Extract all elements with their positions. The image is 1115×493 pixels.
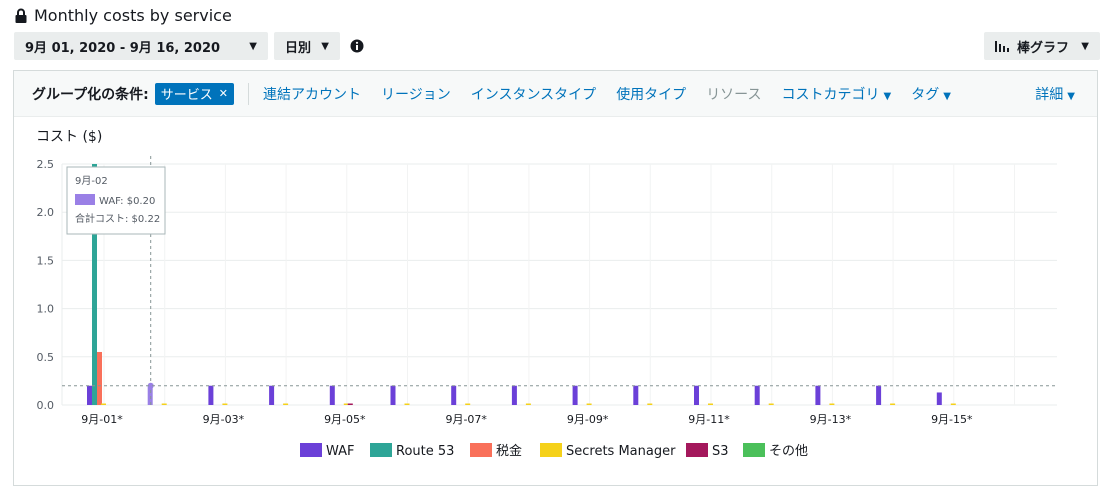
- chevron-down-icon: ▼: [249, 40, 257, 52]
- group-by-resource: リソース: [706, 86, 762, 103]
- chart-panel: グループ化の条件: サービス ✕ 連結アカウント リージョン インスタンスタイプ…: [13, 70, 1098, 486]
- more-dropdown[interactable]: 詳細 ▼: [1035, 71, 1075, 116]
- chart-type-value: 棒グラフ: [1017, 40, 1070, 56]
- toolbar: 9月 01, 2020 - 9月 16, 2020 ▼ 日別 ▼: [14, 32, 364, 60]
- granularity-value: 日別: [285, 40, 312, 56]
- more-text: 詳細: [1035, 86, 1064, 103]
- bar-chart-icon: [995, 41, 1009, 52]
- group-by-label: グループ化の条件:: [32, 86, 149, 103]
- more-label[interactable]: 詳細 ▼: [1035, 84, 1075, 104]
- group-by-region[interactable]: リージョン: [381, 84, 451, 104]
- caret-down-icon: ▼: [1067, 90, 1075, 102]
- date-range-dropdown[interactable]: 9月 01, 2020 - 9月 16, 2020 ▼: [14, 32, 268, 60]
- date-range-value: 9月 01, 2020 - 9月 16, 2020: [25, 40, 221, 56]
- granularity-dropdown[interactable]: 日別 ▼: [274, 32, 340, 60]
- group-by-cost-category[interactable]: コストカテゴリ ▼: [782, 84, 892, 104]
- close-icon[interactable]: ✕: [219, 87, 228, 100]
- caret-down-icon: ▼: [883, 90, 892, 102]
- group-by-token[interactable]: サービス ✕: [154, 82, 234, 105]
- tag-label: タグ: [911, 86, 940, 103]
- chevron-down-icon: ▼: [1081, 40, 1089, 52]
- page-title: Monthly costs by service: [34, 6, 232, 25]
- cost-category-label: コストカテゴリ: [781, 86, 880, 103]
- page-header: Monthly costs by service: [14, 6, 232, 25]
- caret-down-icon: ▼: [943, 90, 951, 102]
- group-by-tag[interactable]: タグ ▼: [911, 84, 951, 104]
- lock-icon: [15, 8, 27, 23]
- group-by-instance-type[interactable]: インスタンスタイプ: [471, 84, 596, 104]
- group-by-bar: グループ化の条件: サービス ✕ 連結アカウント リージョン インスタンスタイプ…: [14, 71, 1097, 117]
- info-icon[interactable]: [350, 39, 364, 53]
- chevron-down-icon: ▼: [321, 40, 329, 52]
- group-by-token-label: サービス: [160, 88, 213, 103]
- divider: [248, 82, 249, 105]
- group-by-usage-type[interactable]: 使用タイプ: [616, 84, 686, 104]
- chart-type-dropdown[interactable]: 棒グラフ ▼: [984, 32, 1100, 60]
- group-by-linked-account[interactable]: 連結アカウント: [263, 84, 361, 104]
